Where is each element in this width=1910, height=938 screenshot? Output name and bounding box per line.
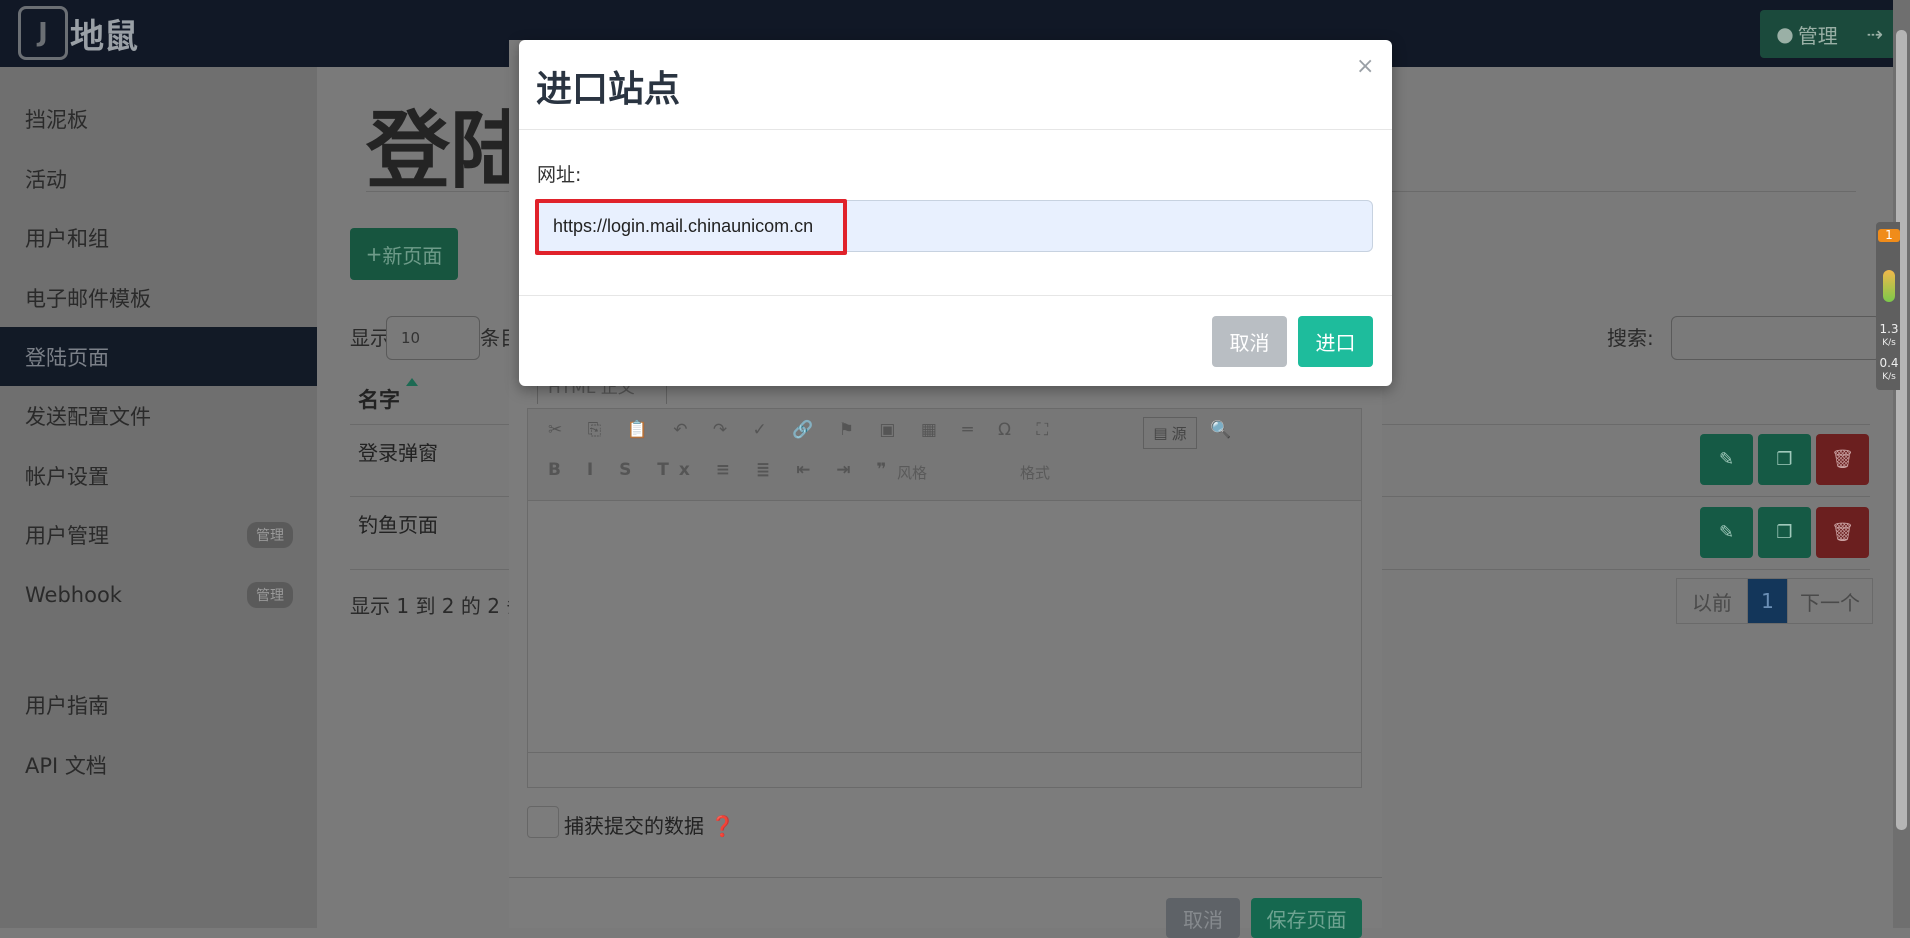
sidebar-item-label: 登陆页面 bbox=[25, 345, 109, 370]
edit-button[interactable]: ✎ bbox=[1700, 434, 1753, 485]
source-button[interactable]: ▤ 源 bbox=[1143, 417, 1197, 449]
sidebar-item-dashboard[interactable]: 挡泥板 bbox=[0, 89, 317, 148]
sidebar-item-label: API 文档 bbox=[25, 753, 107, 778]
format-select[interactable]: 格式 bbox=[1020, 462, 1050, 492]
sidebar-item-label: 活动 bbox=[25, 167, 67, 192]
pagination-page[interactable]: 1 bbox=[1747, 578, 1788, 624]
pagination-next[interactable]: 下一个 bbox=[1787, 578, 1873, 624]
editor-resize-bar bbox=[528, 752, 1361, 786]
sidebar-item-sending-profiles[interactable]: 发送配置文件 bbox=[0, 386, 317, 445]
table-search-input[interactable] bbox=[1671, 316, 1881, 360]
code-icon: ▤ bbox=[1153, 424, 1168, 442]
source-label: 源 bbox=[1171, 424, 1187, 443]
sidebar-item-label: Webhook bbox=[25, 582, 122, 607]
download-speed: 0.4 bbox=[1879, 356, 1899, 370]
logo-text: 地鼠 bbox=[70, 16, 138, 57]
sidebar-item-label: 帐户设置 bbox=[25, 464, 109, 489]
shield-badge: 1 bbox=[1878, 229, 1900, 242]
entries-per-page-select[interactable]: 10 bbox=[386, 316, 480, 360]
column-header-name[interactable]: 名字 bbox=[358, 384, 400, 414]
copy-icon: ❐ bbox=[1776, 522, 1793, 543]
admin-label: 管理 bbox=[1797, 23, 1838, 48]
sidebar-item-label: 电子邮件模板 bbox=[25, 286, 151, 311]
capture-label-text: 捕获提交的数据 bbox=[564, 814, 704, 838]
divider bbox=[519, 129, 1392, 130]
import-button[interactable]: 进口 bbox=[1298, 316, 1373, 367]
sidebar-item-label: 用户和组 bbox=[25, 226, 109, 251]
sidebar-item-label: 用户管理 bbox=[25, 523, 109, 548]
help-icon[interactable]: ❓ bbox=[710, 814, 735, 838]
scrollbar-thumb[interactable] bbox=[1896, 30, 1907, 830]
sidebar-item-account-settings[interactable]: 帐户设置 bbox=[0, 446, 317, 505]
admin-badge: 管理 bbox=[247, 581, 293, 608]
delete-button[interactable]: 🗑 bbox=[1816, 434, 1869, 485]
pencil-icon: ✎ bbox=[1718, 522, 1735, 543]
sidebar-item-label: 发送配置文件 bbox=[25, 404, 151, 429]
pencil-icon: ✎ bbox=[1718, 449, 1735, 470]
user-icon: ● bbox=[1776, 22, 1794, 46]
capture-data-label: 捕获提交的数据 ❓ bbox=[564, 810, 735, 839]
sidebar-item-label: 用户指南 bbox=[25, 693, 109, 718]
close-icon[interactable]: × bbox=[1356, 54, 1374, 79]
sidebar-item-label: 挡泥板 bbox=[25, 107, 88, 132]
sidebar-item-user-guide[interactable]: 用户指南 bbox=[0, 675, 317, 734]
upload-unit: K/s bbox=[1882, 338, 1896, 348]
copy-button[interactable]: ❐ bbox=[1758, 507, 1811, 558]
editor-toolbar-row1-icons[interactable]: ✂ ⎘ 📋 ↶ ↷ ✓ 🔗 ⚑ ▣ ▦ ═ Ω ⛶ bbox=[548, 420, 1058, 440]
app-logo[interactable]: J 地鼠 bbox=[18, 6, 138, 60]
new-page-button[interactable]: + 新页面 bbox=[350, 228, 458, 280]
cancel-button[interactable]: 取消 bbox=[1212, 316, 1287, 367]
sidebar-item-email-templates[interactable]: 电子邮件模板 bbox=[0, 268, 317, 327]
sidebar-item-user-management[interactable]: 用户管理 管理 bbox=[0, 505, 317, 564]
admin-badge: 管理 bbox=[247, 521, 293, 548]
table-row-name: 钓鱼页面 bbox=[358, 513, 438, 537]
logout-button[interactable]: ⇢ bbox=[1854, 10, 1896, 58]
sidebar-item-webhook[interactable]: Webhook 管理 bbox=[0, 565, 317, 624]
copy-button[interactable]: ❐ bbox=[1758, 434, 1811, 485]
dialog-title: 进口站点 bbox=[536, 69, 681, 110]
sort-asc-icon bbox=[406, 378, 418, 386]
capture-data-checkbox[interactable] bbox=[527, 806, 559, 838]
download-unit: K/s bbox=[1882, 372, 1896, 382]
url-input[interactable] bbox=[536, 200, 1373, 252]
modal-cancel-button[interactable]: 取消 bbox=[1166, 898, 1240, 938]
new-page-label: 新页面 bbox=[382, 243, 443, 268]
sidebar-item-campaigns[interactable]: 活动 bbox=[0, 149, 317, 208]
table-row-name: 登录弹窗 bbox=[358, 441, 438, 465]
save-page-button[interactable]: 保存页面 bbox=[1251, 898, 1362, 938]
pagination-prev[interactable]: 以前 bbox=[1676, 578, 1748, 624]
delete-button[interactable]: 🗑 bbox=[1816, 507, 1869, 558]
sidebar-item-api-docs[interactable]: API 文档 bbox=[0, 735, 317, 794]
trash-icon: 🗑 bbox=[1831, 522, 1854, 543]
show-label: 显示 bbox=[350, 326, 390, 350]
logo-icon: J bbox=[18, 6, 68, 60]
search-label: 搜索: bbox=[1607, 326, 1654, 350]
gauge-icon bbox=[1883, 270, 1895, 302]
url-label: 网址: bbox=[537, 164, 582, 186]
sign-out-icon: ⇢ bbox=[1866, 22, 1884, 46]
sidebar-item-landing-pages[interactable]: 登陆页面 bbox=[0, 327, 317, 386]
plus-icon: + bbox=[365, 242, 383, 266]
edit-button[interactable]: ✎ bbox=[1700, 507, 1753, 558]
sidebar-item-users-groups[interactable]: 用户和组 bbox=[0, 208, 317, 267]
upload-speed: 1.3 bbox=[1879, 322, 1899, 336]
style-select[interactable]: 风格 bbox=[897, 462, 927, 492]
divider bbox=[509, 877, 1382, 878]
divider bbox=[519, 295, 1392, 296]
preview-icon[interactable]: 🔍 bbox=[1210, 420, 1241, 440]
copy-icon: ❐ bbox=[1776, 449, 1793, 470]
admin-menu-button[interactable]: ● 管理 bbox=[1760, 10, 1854, 58]
trash-icon: 🗑 bbox=[1831, 449, 1854, 470]
editor-toolbar-row2-icons[interactable]: B I S Tx ≡ ≣ ⇤ ⇥ ❞ bbox=[548, 460, 896, 480]
